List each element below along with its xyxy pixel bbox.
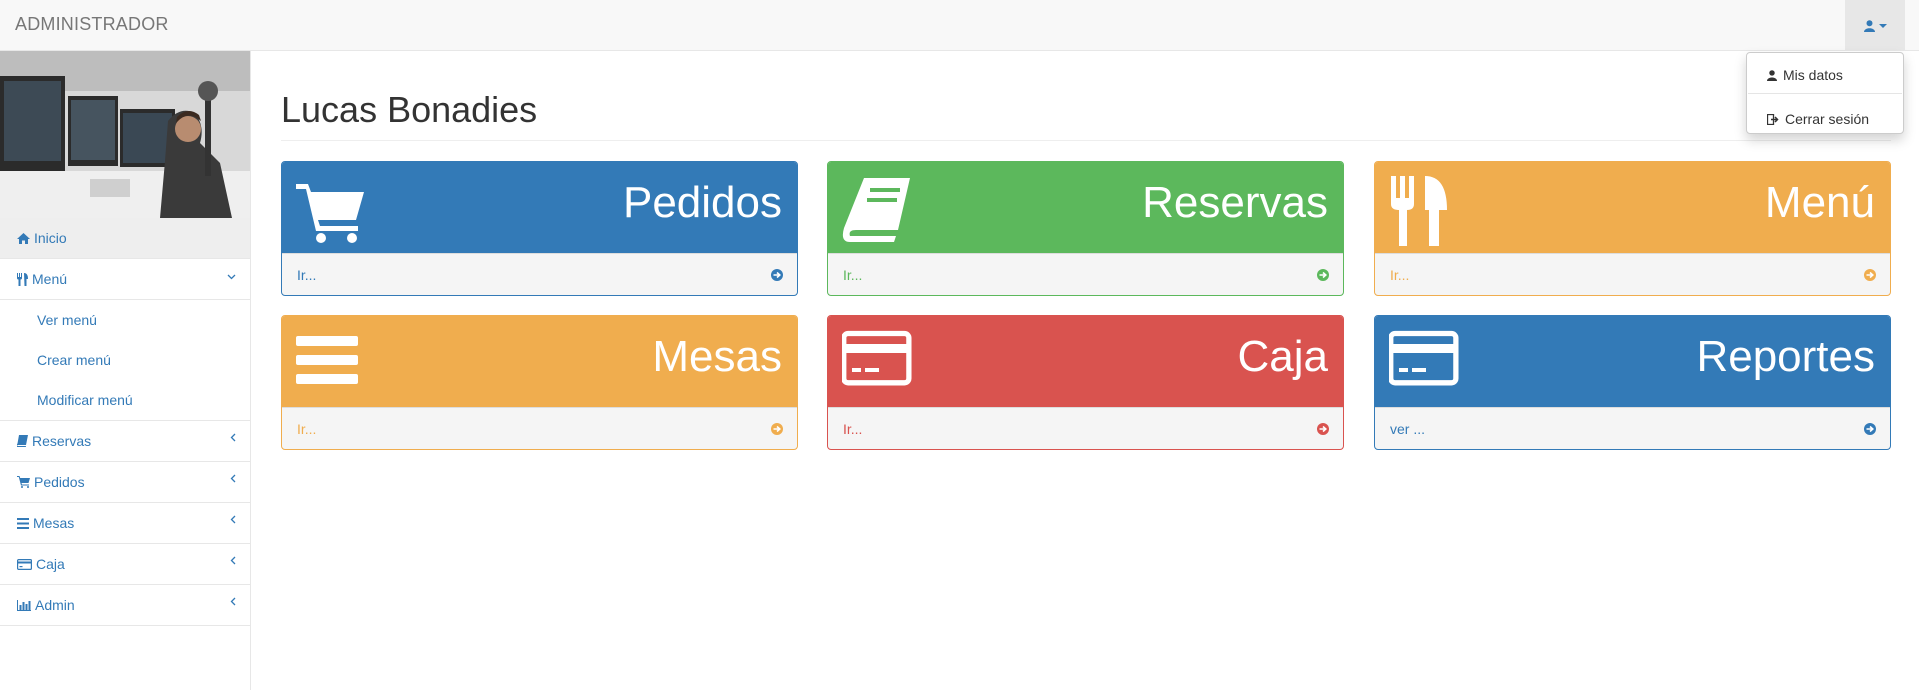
- panel-title: Mesas: [652, 332, 782, 381]
- menu-submenu: Ver menú Crear menú Modificar menú: [0, 300, 250, 421]
- panel-footer-link[interactable]: Ir...: [1375, 253, 1890, 295]
- panel-link-text: Ir...: [1390, 267, 1410, 283]
- user-icon: [1863, 19, 1875, 32]
- my-data-menu-item[interactable]: Mis datos: [1747, 59, 1903, 91]
- panel-menu: Menú Ir...: [1374, 161, 1891, 296]
- panel-heading: Pedidos: [282, 162, 797, 253]
- title-divider: [281, 140, 1891, 141]
- sidebar-nav: Inicio Menú Ver menú Crear menú Modifica…: [0, 218, 250, 626]
- credit-card-icon: [842, 330, 912, 386]
- logout-menu-item[interactable]: Cerrar sesión: [1747, 103, 1903, 135]
- cutlery-icon: [17, 272, 28, 286]
- panel-footer-link[interactable]: Ir...: [282, 253, 797, 295]
- arrow-circle-right-icon: [1864, 423, 1876, 435]
- submenu-item-crear-menu[interactable]: Crear menú: [0, 340, 250, 380]
- sidebar-item-label: Inicio: [34, 230, 67, 246]
- shopping-cart-icon: [296, 184, 364, 243]
- user-dropdown-menu: Mis datos Cerrar sesión: [1746, 52, 1904, 134]
- main-content: Lucas Bonadies Pedidos Ir... Reservas Ir…: [251, 51, 1919, 690]
- sidebar-item-label: Admin: [35, 597, 75, 613]
- panel-heading: Reportes: [1375, 316, 1890, 407]
- bar-chart-icon: [17, 599, 31, 611]
- panel-reportes: Reportes ver ...: [1374, 315, 1891, 450]
- panel-title: Reservas: [1142, 178, 1328, 227]
- arrow-circle-right-icon: [771, 423, 783, 435]
- panel-heading: Mesas: [282, 316, 797, 407]
- sign-out-icon: [1767, 113, 1779, 125]
- arrow-circle-right-icon: [1864, 269, 1876, 281]
- sidebar-item-label: Menú: [32, 271, 68, 287]
- panel-title: Pedidos: [622, 178, 782, 227]
- sidebar-item-menu[interactable]: Menú: [0, 259, 250, 300]
- brand-title[interactable]: ADMINISTRADOR: [15, 14, 169, 35]
- my-data-label: Mis datos: [1783, 67, 1843, 83]
- panel-link-text: Ir...: [297, 421, 317, 437]
- book-icon: [17, 435, 28, 447]
- chevron-down-icon: [227, 274, 236, 280]
- panel-pedidos: Pedidos Ir...: [281, 161, 798, 296]
- panel-caja: Caja Ir...: [827, 315, 1344, 450]
- book-icon: [842, 178, 910, 242]
- panel-mesas: Mesas Ir...: [281, 315, 798, 450]
- arrow-circle-right-icon: [1317, 423, 1329, 435]
- cutlery-icon: [1391, 176, 1447, 246]
- panel-footer-link[interactable]: Ir...: [828, 253, 1343, 295]
- arrow-circle-right-icon: [771, 269, 783, 281]
- panel-heading: Menú: [1375, 162, 1890, 253]
- submenu-item-ver-menu[interactable]: Ver menú: [0, 300, 250, 340]
- chevron-left-icon: [230, 556, 236, 565]
- sidebar-item-caja[interactable]: Caja: [0, 544, 250, 585]
- sidebar-item-pedidos[interactable]: Pedidos: [0, 462, 250, 503]
- panel-title: Reportes: [1696, 332, 1875, 381]
- arrow-circle-right-icon: [1317, 269, 1329, 281]
- sidebar: Inicio Menú Ver menú Crear menú Modifica…: [0, 51, 251, 690]
- panel-link-text: ver ...: [1390, 421, 1426, 437]
- sidebar-item-label: Reservas: [32, 433, 92, 449]
- chevron-left-icon: [230, 597, 236, 606]
- bars-icon: [296, 336, 358, 384]
- sidebar-item-label: Caja: [36, 556, 65, 572]
- dropdown-divider: [1748, 93, 1902, 94]
- panel-heading: Caja: [828, 316, 1343, 407]
- panel-title: Caja: [1237, 332, 1329, 381]
- home-icon: [17, 232, 30, 244]
- credit-card-icon: [1389, 330, 1459, 386]
- sidebar-header-image: [0, 51, 250, 218]
- cart-icon: [17, 476, 30, 488]
- chevron-left-icon: [230, 515, 236, 524]
- sidebar-item-reservas[interactable]: Reservas: [0, 421, 250, 462]
- sidebar-item-mesas[interactable]: Mesas: [0, 503, 250, 544]
- bars-icon: [17, 517, 29, 529]
- logout-label: Cerrar sesión: [1785, 111, 1870, 127]
- page-title: Lucas Bonadies: [281, 89, 538, 130]
- sidebar-item-label: Pedidos: [34, 474, 85, 490]
- panel-title: Menú: [1764, 178, 1875, 227]
- sidebar-item-label: Mesas: [33, 515, 75, 531]
- panel-footer-link[interactable]: Ir...: [282, 407, 797, 449]
- credit-card-icon: [17, 558, 32, 570]
- caret-down-icon: [1878, 23, 1887, 28]
- panel-footer-link[interactable]: ver ...: [1375, 407, 1890, 449]
- panel-footer-link[interactable]: Ir...: [828, 407, 1343, 449]
- sidebar-item-inicio[interactable]: Inicio: [0, 218, 250, 259]
- panel-heading: Reservas: [828, 162, 1343, 253]
- panel-reservas: Reservas Ir...: [827, 161, 1344, 296]
- panel-link-text: Ir...: [843, 267, 863, 283]
- chevron-left-icon: [230, 433, 236, 442]
- chevron-left-icon: [230, 474, 236, 483]
- panel-link-text: Ir...: [297, 267, 317, 283]
- user-icon: [1767, 69, 1777, 81]
- submenu-item-modificar-menu[interactable]: Modificar menú: [0, 380, 250, 420]
- sidebar-item-admin[interactable]: Admin: [0, 585, 250, 626]
- user-menu-toggle[interactable]: [1845, 0, 1905, 51]
- top-navbar: ADMINISTRADOR: [0, 0, 1919, 51]
- panel-link-text: Ir...: [843, 421, 863, 437]
